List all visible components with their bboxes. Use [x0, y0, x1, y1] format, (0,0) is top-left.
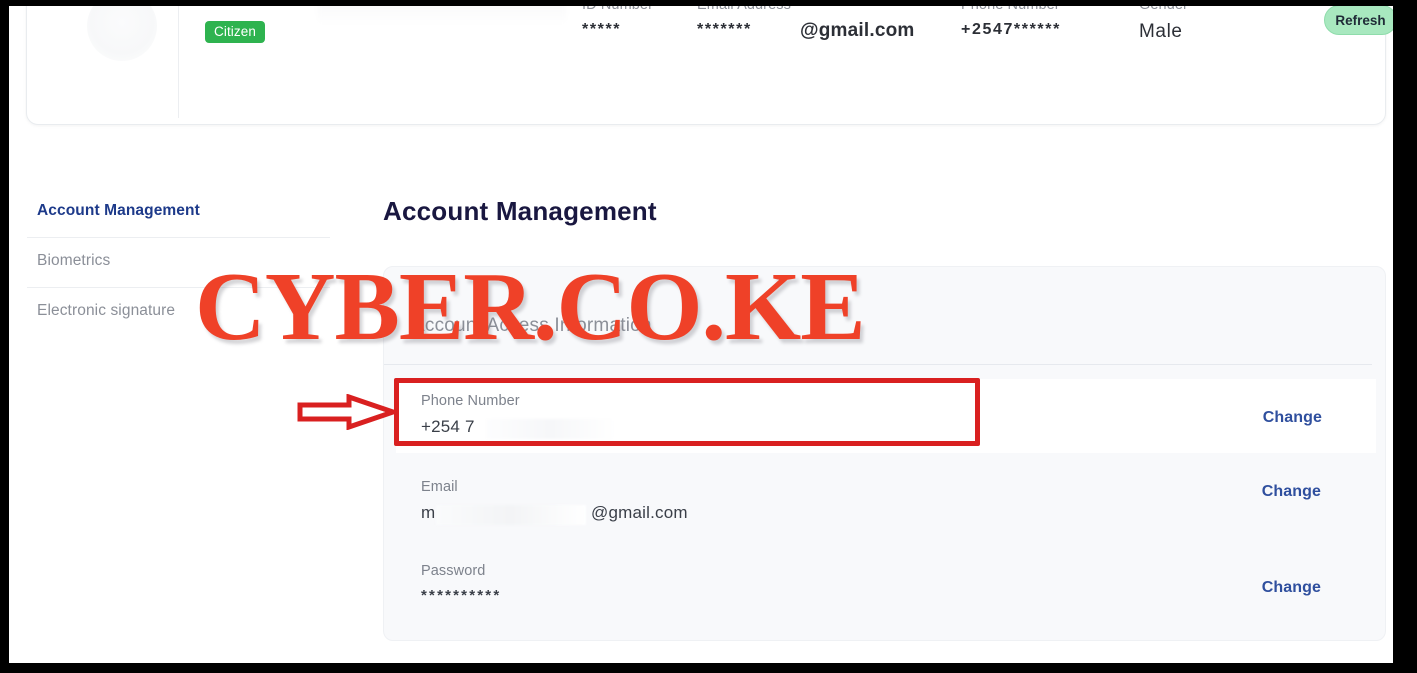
sidebar-nav: Account Management Biometrics Electronic… — [27, 188, 330, 337]
sidebar-item-biometrics[interactable]: Biometrics — [27, 238, 330, 288]
sidebar-item-account-management[interactable]: Account Management — [27, 188, 330, 238]
profile-field-gender-value: Male — [1139, 21, 1183, 42]
profile-field-email-address-value: ******* — [697, 21, 752, 38]
password-value: ********** — [421, 587, 502, 604]
change-email-link[interactable]: Change — [1262, 483, 1321, 501]
phone-number-label: Phone Number — [421, 393, 520, 409]
refresh-button[interactable]: Refresh — [1324, 6, 1393, 35]
table-row: Password ********** Change — [396, 549, 1376, 623]
profile-field-phone-number-value: +2547****** — [961, 21, 1061, 38]
profile-field-gender-label: Gender — [1139, 6, 1188, 13]
annotation-arrow-icon — [297, 394, 397, 430]
phone-number-value: +254 7 — [421, 417, 475, 436]
profile-field-phone-number-label: Phone Number — [961, 6, 1061, 13]
change-password-link[interactable]: Change — [1262, 579, 1321, 597]
profile-field-email-address-label: Email Address — [697, 6, 791, 13]
table-row: Email m @gmail.com Change — [396, 465, 1376, 539]
email-label: Email — [421, 479, 458, 495]
table-row: Phone Number +254 7 Change — [396, 379, 1376, 453]
redacted-email-local-part — [436, 505, 586, 525]
profile-field-id-number-label: ID Number — [582, 6, 653, 13]
avatar — [87, 6, 157, 61]
section-title: Account Access Information — [412, 315, 652, 336]
redacted-phone-digits — [486, 419, 616, 439]
avatar-divider — [178, 6, 179, 118]
email-value: m — [421, 503, 436, 522]
profile-field-id-number-value: ***** — [582, 21, 622, 38]
profile-field-email-address: Email Address ******* — [697, 6, 791, 39]
page-title: Account Management — [383, 196, 657, 226]
account-access-card: Account Access Information Phone Number … — [383, 266, 1386, 641]
screenshot-frame: Citizen ID Number ***** Email Address **… — [0, 0, 1417, 673]
profile-summary-card: Citizen ID Number ***** Email Address **… — [26, 6, 1393, 125]
section-divider — [384, 364, 1372, 365]
profile-email-domain: @gmail.com — [800, 20, 915, 41]
status-badge: Citizen — [205, 21, 265, 43]
profile-field-id-number: ID Number ***** — [582, 6, 653, 39]
sidebar-item-electronic-signature[interactable]: Electronic signature — [27, 288, 330, 337]
page-root: Citizen ID Number ***** Email Address **… — [9, 6, 1393, 663]
profile-field-phone-number: Phone Number +2547****** — [961, 6, 1061, 39]
password-label: Password — [421, 563, 486, 579]
profile-field-gender: Gender Male — [1139, 6, 1188, 43]
change-phone-number-link[interactable]: Change — [1263, 409, 1322, 427]
email-domain-value: @gmail.com — [591, 503, 688, 522]
redacted-name — [317, 6, 567, 25]
